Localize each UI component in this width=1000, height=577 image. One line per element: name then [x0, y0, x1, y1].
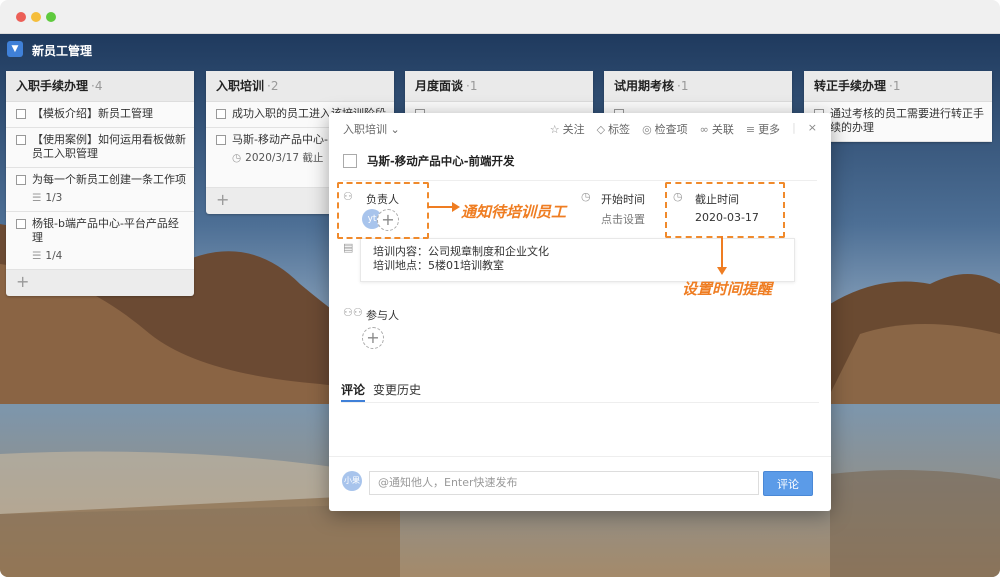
start-time-value[interactable]: 点击设置: [601, 211, 645, 227]
checklist-button[interactable]: ◎ 检查项: [642, 121, 688, 137]
task-card-text: 通过考核的员工需要进行转正手续的办理: [830, 107, 984, 134]
more-button[interactable]: ≡ 更多: [746, 121, 780, 137]
task-card[interactable]: 为每一个新员工创建一条工作项 ☰ 1/3: [6, 168, 194, 212]
subtask-progress: ☰ 1/3: [32, 192, 63, 204]
task-checkbox[interactable]: [16, 175, 26, 185]
clock-icon: ◷: [581, 190, 591, 203]
task-checkbox[interactable]: [216, 135, 226, 145]
column-count: ·1: [889, 79, 901, 93]
chevron-down-icon[interactable]: ▼: [7, 41, 23, 57]
kanban-column: 转正手续办理 ·1 通过考核的员工需要进行转正手续的办理: [804, 71, 992, 142]
column-count: ·2: [267, 79, 279, 93]
avatar: 小果: [342, 471, 362, 491]
column-title: 入职培训: [216, 79, 265, 93]
task-checkbox[interactable]: [16, 109, 26, 119]
task-card[interactable]: 【使用案例】如何运用看板做新员工入职管理: [6, 128, 194, 168]
submit-comment-button[interactable]: 评论: [763, 471, 813, 496]
arrow-down-icon: [717, 236, 727, 275]
task-card[interactable]: 通过考核的员工需要进行转正手续的办理: [804, 102, 992, 142]
task-checkbox[interactable]: [16, 219, 26, 229]
window-titlebar: [0, 0, 1000, 34]
tab-history[interactable]: 变更历史: [373, 381, 421, 398]
minimize-window-button[interactable]: [31, 12, 41, 22]
column-title: 转正手续办理: [814, 79, 887, 93]
task-detail-dialog: 入职培训 ⌄ ☆ 关注 ◇ 标签 ◎ 检查项 ∞ 关联 ≡ 更多 | × 马斯-移动产品中…: [329, 113, 831, 511]
link-icon: ∞: [699, 123, 709, 136]
column-count: ·4: [91, 79, 103, 93]
app-title: 新员工管理: [32, 44, 93, 58]
link-button[interactable]: ∞ 关联: [700, 121, 734, 137]
clock-icon: ◷: [232, 152, 242, 164]
task-card-text: 杨银-b端产品中心-平台产品经理: [32, 217, 179, 244]
assignee-highlight-box: [337, 182, 429, 239]
tab-divider: [341, 402, 819, 403]
close-icon[interactable]: ×: [808, 121, 817, 137]
follow-button[interactable]: ☆ 关注: [550, 121, 585, 137]
column-header[interactable]: 月度面谈 ·1: [405, 71, 593, 102]
task-card-text: 【使用案例】如何运用看板做新员工入职管理: [32, 133, 186, 160]
column-title: 月度面谈: [415, 79, 464, 93]
description-line: 培训内容：公司规章制度和企业文化: [373, 245, 549, 258]
more-icon: ≡: [745, 123, 756, 136]
comment-input[interactable]: @通知他人，Enter快速发布: [369, 471, 759, 495]
description-icon: ▤: [343, 241, 354, 254]
column-header[interactable]: 试用期考核 ·1: [604, 71, 792, 102]
due-time-highlight-box: [665, 182, 785, 238]
task-card[interactable]: 杨银-b端产品中心-平台产品经理 ☰ 1/4: [6, 212, 194, 270]
task-description[interactable]: 培训内容：公司规章制度和企业文化 培训地点：5楼01培训教室: [360, 238, 795, 282]
column-header[interactable]: 入职手续办理 ·4: [6, 71, 194, 102]
reminder-annotation: 设置时间提醒: [682, 280, 773, 298]
column-count: ·1: [677, 79, 689, 93]
subtask-icon: ☰: [32, 250, 42, 262]
subtask-icon: ☰: [32, 192, 42, 204]
task-card[interactable]: 【模板介绍】新员工管理: [6, 102, 194, 128]
close-window-button[interactable]: [16, 12, 26, 22]
dialog-toolbar: 入职培训 ⌄ ☆ 关注 ◇ 标签 ◎ 检查项 ∞ 关联 ≡ 更多 | ×: [329, 113, 831, 145]
column-title: 入职手续办理: [16, 79, 89, 93]
active-tab-indicator: [341, 400, 365, 402]
description-line: 培训地点：5楼01培训教室: [373, 259, 504, 272]
column-title: 试用期考核: [614, 79, 675, 93]
star-icon: ☆: [549, 123, 560, 136]
column-selector[interactable]: 入职培训 ⌄: [343, 121, 400, 137]
eye-icon: ◎: [642, 123, 652, 136]
participants-label: 参与人: [366, 309, 399, 322]
task-title[interactable]: 马斯-移动产品中心-前端开发: [367, 153, 515, 169]
kanban-column: 入职手续办理 ·4 【模板介绍】新员工管理 【使用案例】如何运用看板做新员工入职管…: [6, 71, 194, 296]
toolbar-divider: |: [792, 121, 796, 134]
task-card-text: 为每一个新员工创建一条工作项: [32, 173, 186, 186]
task-checkbox[interactable]: [216, 109, 226, 119]
divider: [343, 180, 817, 181]
notify-annotation: 通知待培训员工: [461, 203, 567, 221]
task-card-text: 【模板介绍】新员工管理: [32, 107, 153, 120]
start-time-label: 开始时间: [601, 193, 645, 206]
participants-icon: ⚇⚇: [343, 306, 363, 319]
tag-button[interactable]: ◇ 标签: [597, 121, 630, 137]
add-card-button[interactable]: +: [6, 270, 194, 296]
subtask-progress: ☰ 1/4: [32, 250, 63, 262]
maximize-window-button[interactable]: [46, 12, 56, 22]
column-count: ·1: [466, 79, 478, 93]
column-header[interactable]: 入职培训 ·2: [206, 71, 394, 102]
column-header[interactable]: 转正手续办理 ·1: [804, 71, 992, 102]
tag-icon: ◇: [596, 123, 606, 136]
dialog-actions: ☆ 关注 ◇ 标签 ◎ 检查项 ∞ 关联 ≡ 更多 | ×: [550, 121, 817, 137]
arrow-right-icon: [428, 202, 460, 212]
task-checkbox[interactable]: [16, 135, 26, 145]
task-card-text: 马斯-移动产品中心-: [232, 133, 328, 146]
chevron-down-icon: ⌄: [390, 123, 400, 136]
comment-bar: 小果 @通知他人，Enter快速发布 评论: [329, 456, 831, 512]
task-complete-checkbox[interactable]: [343, 154, 357, 168]
browser-window: ▼ 新员工管理 入职手续办理 ·4 【模板介绍】新员工管理 【使用案例】如何运用看…: [0, 0, 1000, 577]
add-participant-button[interactable]: +: [362, 327, 384, 349]
tab-comments[interactable]: 评论: [341, 381, 365, 398]
